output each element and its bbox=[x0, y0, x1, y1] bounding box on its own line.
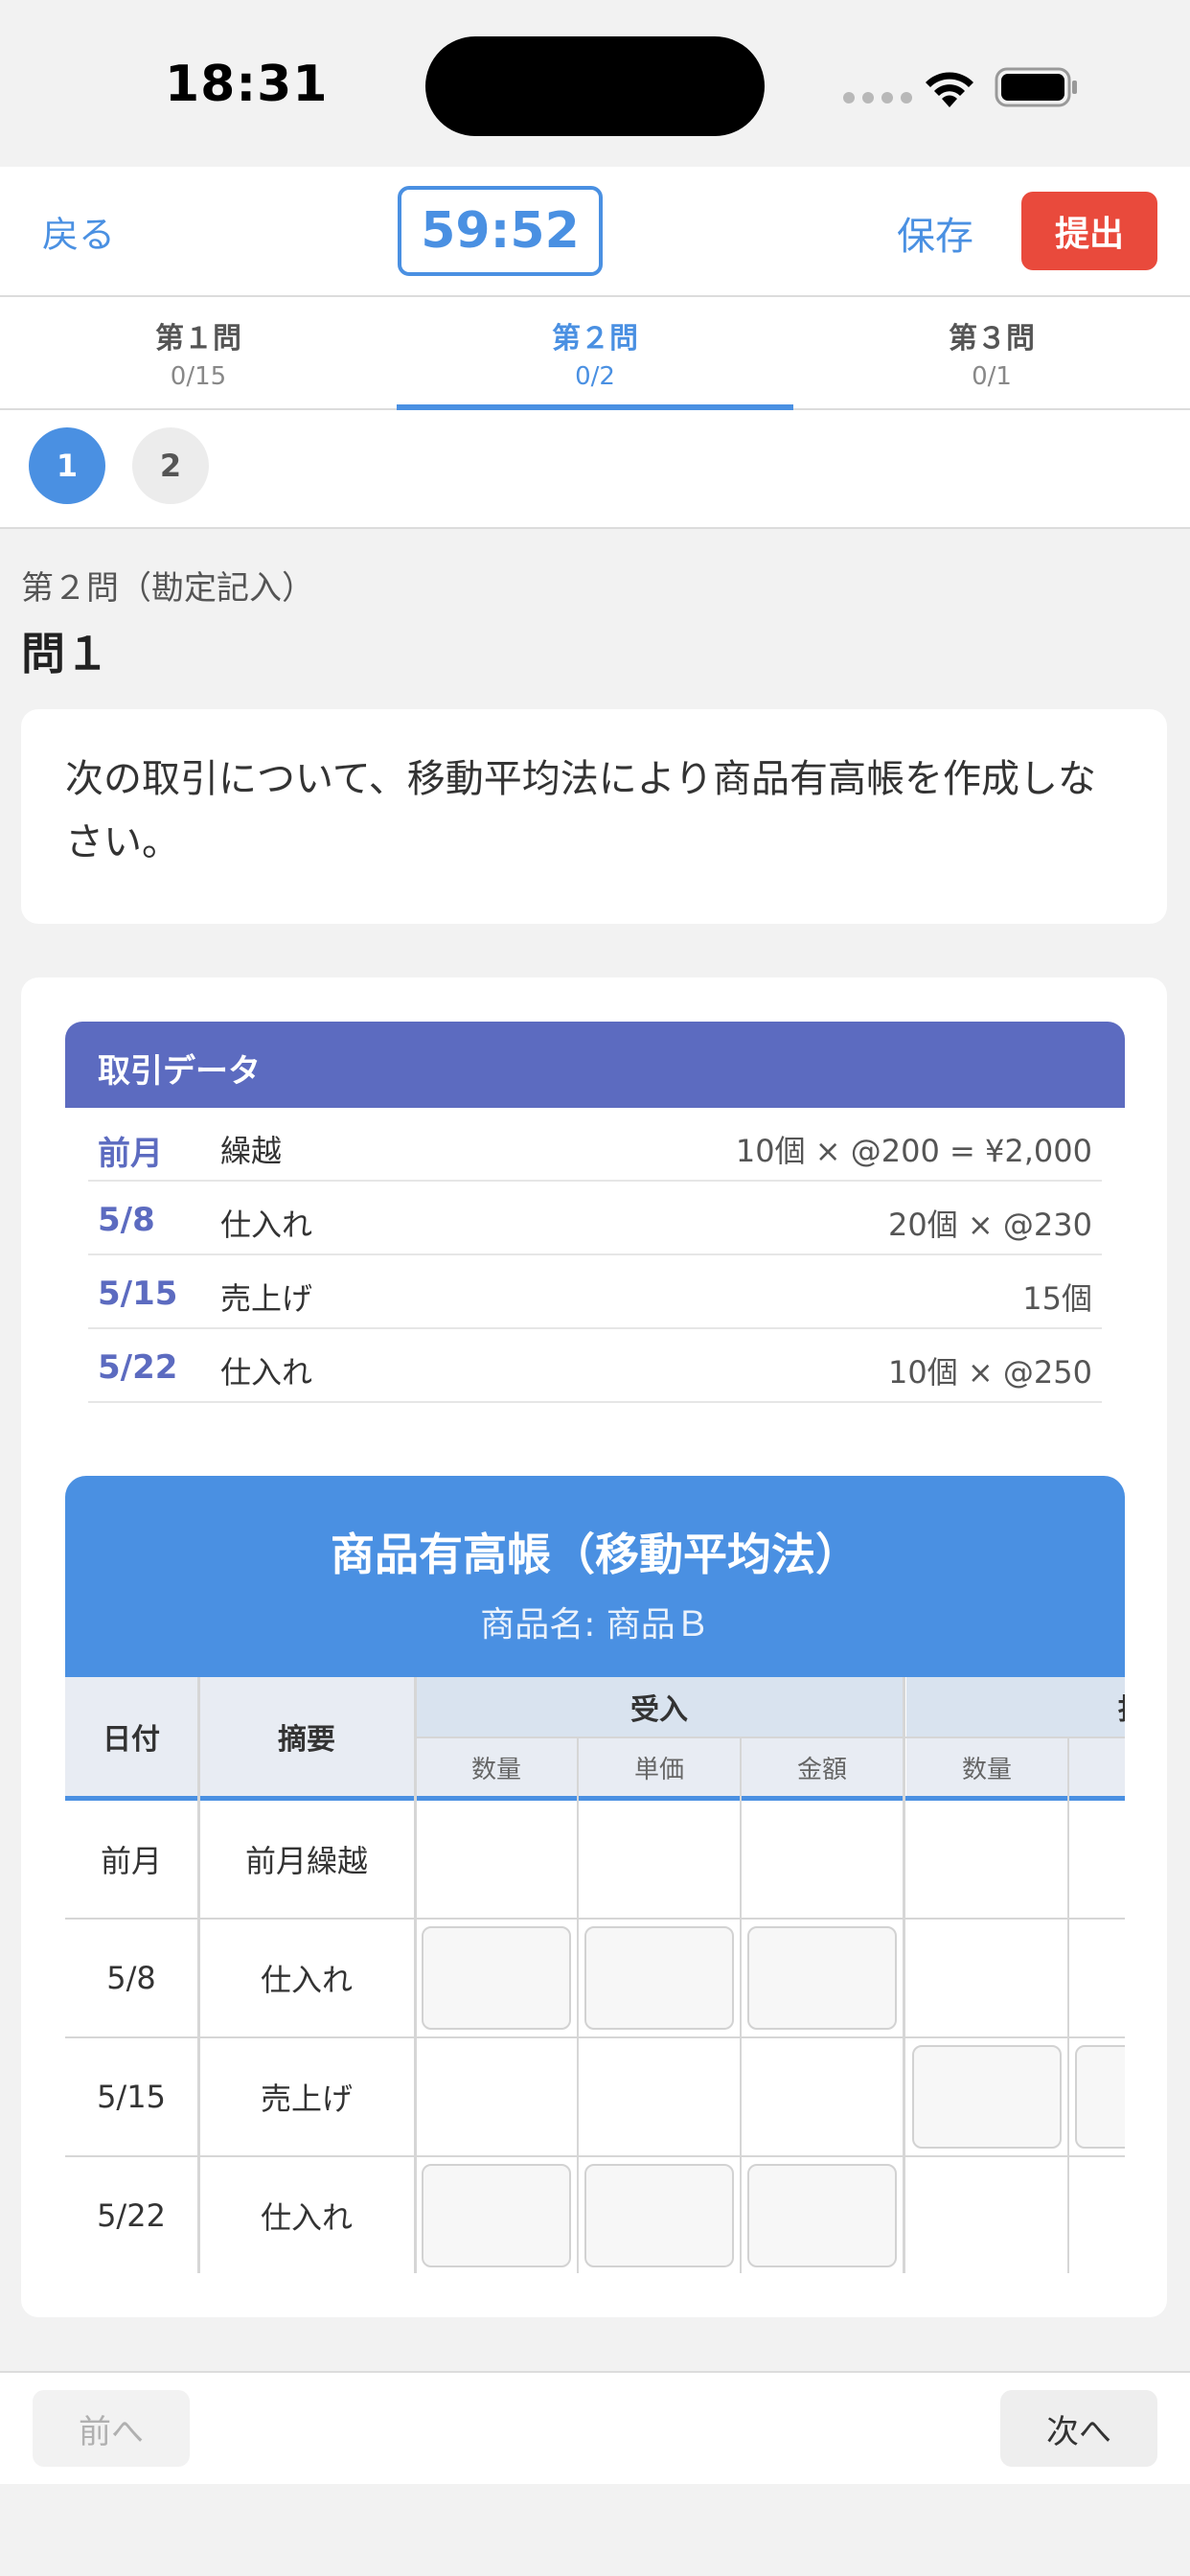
transaction-desc: 仕入れ bbox=[220, 1354, 313, 1391]
tab-progress: 0/15 bbox=[170, 362, 227, 391]
tab-section-2[interactable]: 第２問 0/2 bbox=[397, 297, 793, 410]
section-label: 第２問（勘定記入） bbox=[21, 569, 314, 608]
pager-item-1[interactable]: 1 bbox=[29, 427, 105, 504]
transaction-desc: 売上げ bbox=[220, 1280, 313, 1317]
save-button[interactable]: 保存 bbox=[897, 205, 973, 261]
tab-section-1[interactable]: 第１問 0/15 bbox=[0, 297, 397, 408]
transaction-date: 5/8 bbox=[98, 1201, 155, 1239]
wifi-icon bbox=[926, 72, 973, 107]
transaction-date: 5/15 bbox=[98, 1275, 178, 1313]
question-title: 問１ bbox=[21, 628, 109, 679]
grid-line bbox=[65, 2036, 1125, 2038]
transaction-desc: 繰越 bbox=[220, 1133, 283, 1169]
input-received-price-5-22[interactable] bbox=[584, 2164, 734, 2267]
ledger-row-desc: 仕入れ bbox=[260, 1962, 353, 1998]
transaction-date: 前月 bbox=[98, 1135, 163, 1173]
grid-line bbox=[65, 1918, 1125, 1920]
transaction-row: 5/8 仕入れ 20個 × @230 bbox=[88, 1182, 1102, 1255]
prev-button[interactable]: 前へ bbox=[33, 2390, 190, 2467]
bottom-nav: 前へ 次へ bbox=[0, 2371, 1190, 2484]
col-header-issued-price bbox=[1069, 1738, 1125, 1796]
input-issued-qty-5-15[interactable] bbox=[912, 2045, 1062, 2149]
transaction-list: 前月 繰越 10個 × @200 = ¥2,000 5/8 仕入れ 20個 × … bbox=[65, 1108, 1125, 1403]
ledger-header: 商品有高帳（移動平均法） 商品名: 商品Ｂ bbox=[65, 1476, 1125, 1677]
ledger-row-desc: 仕入れ bbox=[260, 2199, 353, 2236]
nav-header: 戻る 59:52 保存 提出 bbox=[0, 167, 1190, 297]
status-bar: 18:31 bbox=[0, 0, 1190, 167]
work-card: 取引データ 前月 繰越 10個 × @200 = ¥2,000 5/8 仕入れ … bbox=[21, 978, 1167, 2317]
input-received-price-5-8[interactable] bbox=[584, 1926, 734, 2030]
dynamic-island bbox=[425, 36, 765, 136]
ledger-row-date: 5/15 bbox=[97, 2079, 166, 2115]
tab-section-3[interactable]: 第３問 0/1 bbox=[793, 297, 1190, 408]
transaction-row: 5/15 売上げ 15個 bbox=[88, 1255, 1102, 1329]
transaction-desc: 仕入れ bbox=[220, 1207, 313, 1243]
prompt-text: 次の取引について、移動平均法により商品有高帳を作成しなさい。 bbox=[65, 757, 1096, 864]
tab-progress: 0/1 bbox=[972, 362, 1012, 391]
tab-title: 第２問 bbox=[552, 322, 638, 356]
col-header-issued-qty: 数量 bbox=[906, 1738, 1067, 1796]
countdown-timer: 59:52 bbox=[398, 186, 603, 276]
transaction-amount: 15個 bbox=[1022, 1280, 1092, 1317]
section-tabs: 第１問 0/15 第２問 0/2 第３問 0/1 bbox=[0, 297, 1190, 410]
ledger-row-date: 5/8 bbox=[106, 1960, 156, 1996]
grid-line bbox=[740, 1738, 742, 2273]
ledger-row-desc: 前月繰越 bbox=[244, 1843, 368, 1879]
grid-line bbox=[416, 1736, 1125, 1738]
tab-title: 第１問 bbox=[155, 322, 241, 356]
cellular-signal-icon bbox=[843, 92, 912, 104]
ledger-title: 商品有高帳（移動平均法） bbox=[331, 1529, 859, 1580]
submit-button[interactable]: 提出 bbox=[1021, 192, 1157, 270]
ledger-product-name: 商品名: 商品Ｂ bbox=[480, 1605, 710, 1644]
ledger-row-date: 前月 bbox=[100, 1843, 162, 1879]
ledger-row-date: 5/22 bbox=[97, 2197, 166, 2234]
transaction-row: 前月 繰越 10個 × @200 = ¥2,000 bbox=[88, 1108, 1102, 1182]
col-group-issued: 払 bbox=[906, 1677, 1125, 1736]
grid-line bbox=[65, 2155, 1125, 2157]
next-button[interactable]: 次へ bbox=[1000, 2390, 1157, 2467]
grid-line bbox=[903, 1677, 905, 2273]
grid-line bbox=[1067, 1738, 1069, 2273]
col-header-received-qty: 数量 bbox=[416, 1738, 577, 1796]
grid-line bbox=[577, 1738, 579, 2273]
col-header-received-price: 単価 bbox=[579, 1738, 740, 1796]
question-pager: 1 2 bbox=[0, 410, 1190, 529]
battery-icon bbox=[995, 67, 1077, 107]
tab-title: 第３問 bbox=[949, 322, 1035, 356]
input-received-qty-5-22[interactable] bbox=[422, 2164, 571, 2267]
transaction-amount: 20個 × @230 bbox=[888, 1207, 1092, 1243]
transaction-date: 5/22 bbox=[98, 1348, 178, 1387]
input-received-amount-5-8[interactable] bbox=[747, 1926, 897, 2030]
ledger-row-desc: 売上げ bbox=[260, 2081, 353, 2117]
pager-item-2[interactable]: 2 bbox=[132, 427, 209, 504]
transaction-data-panel: 取引データ 前月 繰越 10個 × @200 = ¥2,000 5/8 仕入れ … bbox=[65, 1022, 1125, 1403]
transaction-row: 5/22 仕入れ 10個 × @250 bbox=[88, 1329, 1102, 1403]
col-header-received-amount: 金額 bbox=[742, 1738, 903, 1796]
input-issued-price-5-15[interactable] bbox=[1075, 2045, 1125, 2149]
col-header-date: 日付 bbox=[65, 1677, 197, 1796]
prompt-card: 次の取引について、移動平均法により商品有高帳を作成しなさい。 bbox=[21, 709, 1167, 924]
grid-line bbox=[197, 1677, 200, 2273]
col-header-desc: 摘要 bbox=[199, 1677, 414, 1796]
col-group-received: 受入 bbox=[416, 1677, 903, 1736]
transaction-data-title: 取引データ bbox=[65, 1022, 1125, 1108]
inventory-ledger[interactable]: 商品有高帳（移動平均法） 商品名: 商品Ｂ 日付 摘要 受入 払 数量 単価 金… bbox=[65, 1476, 1125, 2273]
back-button[interactable]: 戻る bbox=[42, 205, 115, 258]
transaction-amount: 10個 × @250 bbox=[888, 1354, 1092, 1391]
grid-line bbox=[414, 1677, 417, 2273]
exam-screen: 18:31 戻る 59:52 保存 提出 第１問 0/15 第２問 0/2 第３… bbox=[0, 0, 1190, 2576]
tab-progress: 0/2 bbox=[575, 362, 615, 391]
input-received-qty-5-8[interactable] bbox=[422, 1926, 571, 2030]
input-received-amount-5-22[interactable] bbox=[747, 2164, 897, 2267]
status-time: 18:31 bbox=[165, 56, 329, 113]
transaction-amount: 10個 × @200 = ¥2,000 bbox=[735, 1133, 1092, 1169]
